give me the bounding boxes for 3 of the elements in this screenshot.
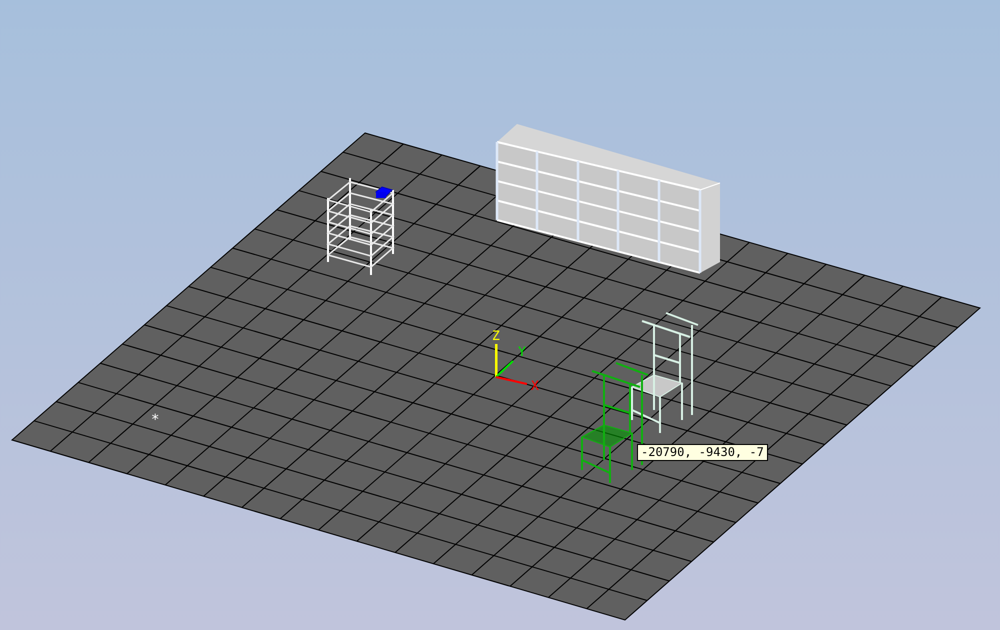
axis-label: Z [492, 329, 500, 344]
cursor-marker: * [151, 412, 160, 428]
coordinate-tooltip: -20790, -9430, -7 [637, 444, 768, 461]
